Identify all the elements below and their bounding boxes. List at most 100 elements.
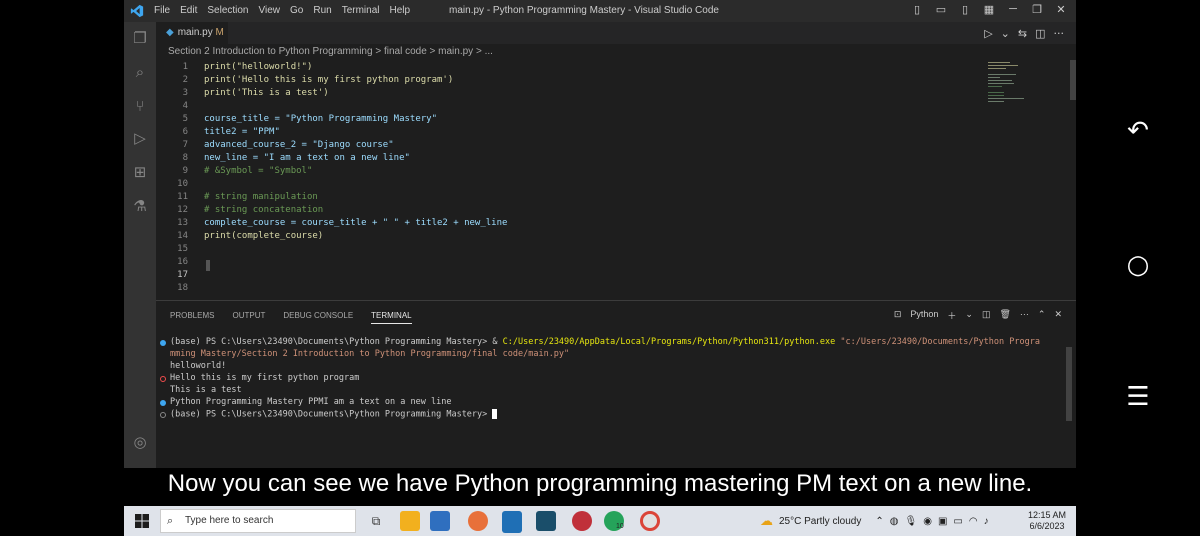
maximize-panel-icon[interactable]: ⌃ [1038,309,1046,322]
minimap-line [988,74,1016,75]
minimap-line [988,65,1018,66]
layout-secondary-icon[interactable]: ▯ [958,3,972,16]
trash-icon[interactable]: 🗑 [999,309,1010,322]
bottom-panel: PROBLEMS OUTPUT DEBUG CONSOLE TERMINAL ⊡… [156,300,1076,468]
search-icon[interactable]: ⌕ [130,62,150,82]
back-icon[interactable]: ↶ [1110,116,1166,146]
app-icon[interactable] [430,511,450,531]
compare-icon[interactable]: ⇆ [1018,27,1027,40]
menu-run[interactable]: Run [313,5,331,16]
menu-selection[interactable]: Selection [207,5,248,16]
terminal-shell-label[interactable]: Python [910,309,938,322]
menu-icon[interactable]: ☰ [1110,382,1166,412]
line-number: 5 [182,114,188,124]
network-icon[interactable]: ◉ [923,516,932,527]
line-number: 14 [177,231,188,241]
more-actions-icon[interactable]: ··· [1054,27,1065,40]
menu-edit[interactable]: Edit [180,5,197,16]
extensions-icon[interactable]: ⊞ [130,162,150,182]
code-editor[interactable]: 1 2 3 4 5 6 7 8 9 10 11 12 13 14 15 16 1… [156,60,1076,300]
panel-tabs: PROBLEMS OUTPUT DEBUG CONSOLE TERMINAL [170,311,412,324]
code-line: # string manipulation [204,192,318,202]
code-line: print(complete_course) [204,231,324,241]
clock-date: 6/6/2023 [1029,521,1065,531]
menu-help[interactable]: Help [390,5,411,16]
close-panel-icon[interactable]: ✕ [1054,309,1062,322]
line-number: 13 [177,218,188,228]
app-icon[interactable] [536,511,556,531]
terminal-scrollbar[interactable] [1066,347,1072,421]
tab-output[interactable]: OUTPUT [232,311,265,324]
more-actions-icon[interactable]: ··· [1020,309,1029,322]
customize-layout-icon[interactable]: ▦ [982,3,996,16]
volume-icon[interactable]: ♪ [984,516,989,527]
minimap[interactable] [984,60,1064,230]
chevron-down-icon[interactable]: ⌄ [965,309,973,322]
testing-icon[interactable]: ⚗ [130,196,150,216]
menu-bar: File Edit Selection View Go Run Terminal… [154,5,410,16]
tab-modified-badge: M [215,27,224,38]
minimap-line [988,86,1002,87]
line-number: 6 [182,127,188,137]
app-icon[interactable] [572,511,592,531]
line-number: 17 [177,270,188,280]
weather-icon: ☁ [760,513,773,528]
minimap-line [988,77,1000,78]
tab-terminal[interactable]: TERMINAL [371,311,412,324]
tab-bar: ◆ main.py M ▷ ⌄ ⇆ ◫ ··· [156,22,1076,44]
restore-icon[interactable]: ❐ [1030,3,1044,16]
line-number: 1 [182,62,188,72]
source-control-icon[interactable]: ⑂ [130,96,150,116]
terminal-exe-path: C:/Users/23490/AppData/Local/Programs/Py… [502,337,836,347]
command-error-icon [160,376,166,382]
line-number: 8 [182,153,188,163]
run-debug-icon[interactable]: ▷ [130,128,150,148]
new-terminal-icon[interactable]: ＋ [947,309,956,322]
chevron-down-icon[interactable]: ⌄ [1001,27,1010,40]
file-explorer-icon[interactable] [400,511,420,531]
layout-sidebar-icon[interactable]: ▯ [910,3,924,16]
run-file-icon[interactable]: ▷ [984,27,992,40]
code-line: print('Hello this is my first python pro… [204,75,454,85]
close-icon[interactable]: ✕ [1054,3,1068,16]
clock[interactable]: 12:15 AM 6/6/2023 [1028,510,1066,532]
chevron-up-icon[interactable]: ⌃ [875,516,883,527]
line-number: 15 [177,244,188,254]
vscode-taskbar-icon[interactable] [502,511,522,533]
tab-problems[interactable]: PROBLEMS [170,311,214,324]
terminal-line: (base) PS C:\Users\23490\Documents\Pytho… [170,337,1040,347]
menu-go[interactable]: Go [290,5,303,16]
wifi-icon[interactable]: ◠ [969,516,978,527]
weather-text[interactable]: 25°C Partly cloudy [779,516,861,527]
menu-terminal[interactable]: Terminal [342,5,380,16]
tab-label: main.py [177,27,213,38]
explorer-icon[interactable]: ❐ [130,28,150,48]
text-cursor [206,260,210,271]
terminal-cursor [492,409,498,419]
layout-panel-icon[interactable]: ▭ [934,3,948,16]
menu-view[interactable]: View [259,5,281,16]
windows-start-icon[interactable] [134,513,150,529]
taskbar-search[interactable]: ⌕ Type here to search [160,509,356,533]
line-number: 18 [177,283,188,293]
tab-debug-console[interactable]: DEBUG CONSOLE [283,311,353,324]
window-title: main.py - Python Programming Mastery - V… [449,5,719,16]
split-terminal-icon[interactable]: ◫ [982,309,991,322]
tab-main-py[interactable]: ◆ main.py M [156,22,228,44]
terminal-line: helloworld! [170,361,227,371]
terminal-arg: "c:/Users/23490/Documents/Python Progra [835,337,1040,347]
menu-file[interactable]: File [154,5,170,16]
account-icon[interactable]: ◎ [130,432,150,452]
minimize-icon[interactable]: ─ [1006,3,1020,16]
app-tray-icon[interactable]: ◍ [890,516,899,527]
battery-icon[interactable]: ▭ [953,516,962,527]
app-tray-icon[interactable]: ▣ [938,516,947,527]
mic-icon[interactable]: 🎙 [905,516,918,527]
app-icon[interactable] [468,511,488,531]
task-view-icon[interactable]: ⧉ [366,511,386,531]
split-editor-icon[interactable]: ◫ [1035,27,1045,40]
breadcrumb[interactable]: Section 2 Introduction to Python Program… [168,46,493,57]
home-icon[interactable]: ○ [1110,250,1166,280]
chrome-icon[interactable] [640,511,660,531]
terminal-line: Python Programming Mastery PPMI am a tex… [170,397,452,407]
